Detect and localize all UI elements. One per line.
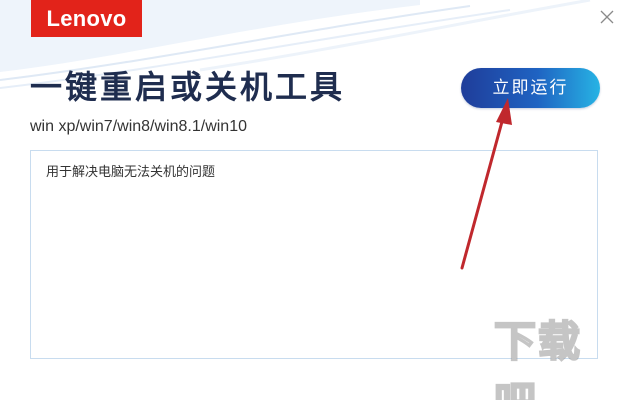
close-button[interactable] — [596, 6, 618, 28]
description-text: 用于解决电脑无法关机的问题 — [46, 165, 216, 180]
page-title: 一键重启或关机工具 — [30, 68, 346, 106]
description-box: 用于解决电脑无法关机的问题 — [30, 150, 598, 359]
close-icon — [600, 10, 614, 24]
logo-text: Lenovo — [46, 5, 127, 31]
app-window: Lenovo 一键重启或关机工具 win xp/win7/win8/win8.1… — [0, 0, 630, 400]
run-now-button[interactable]: 立即运行 — [461, 68, 600, 108]
lenovo-logo: Lenovo — [31, 0, 142, 37]
supported-os-text: win xp/win7/win8/win8.1/win10 — [30, 118, 247, 135]
